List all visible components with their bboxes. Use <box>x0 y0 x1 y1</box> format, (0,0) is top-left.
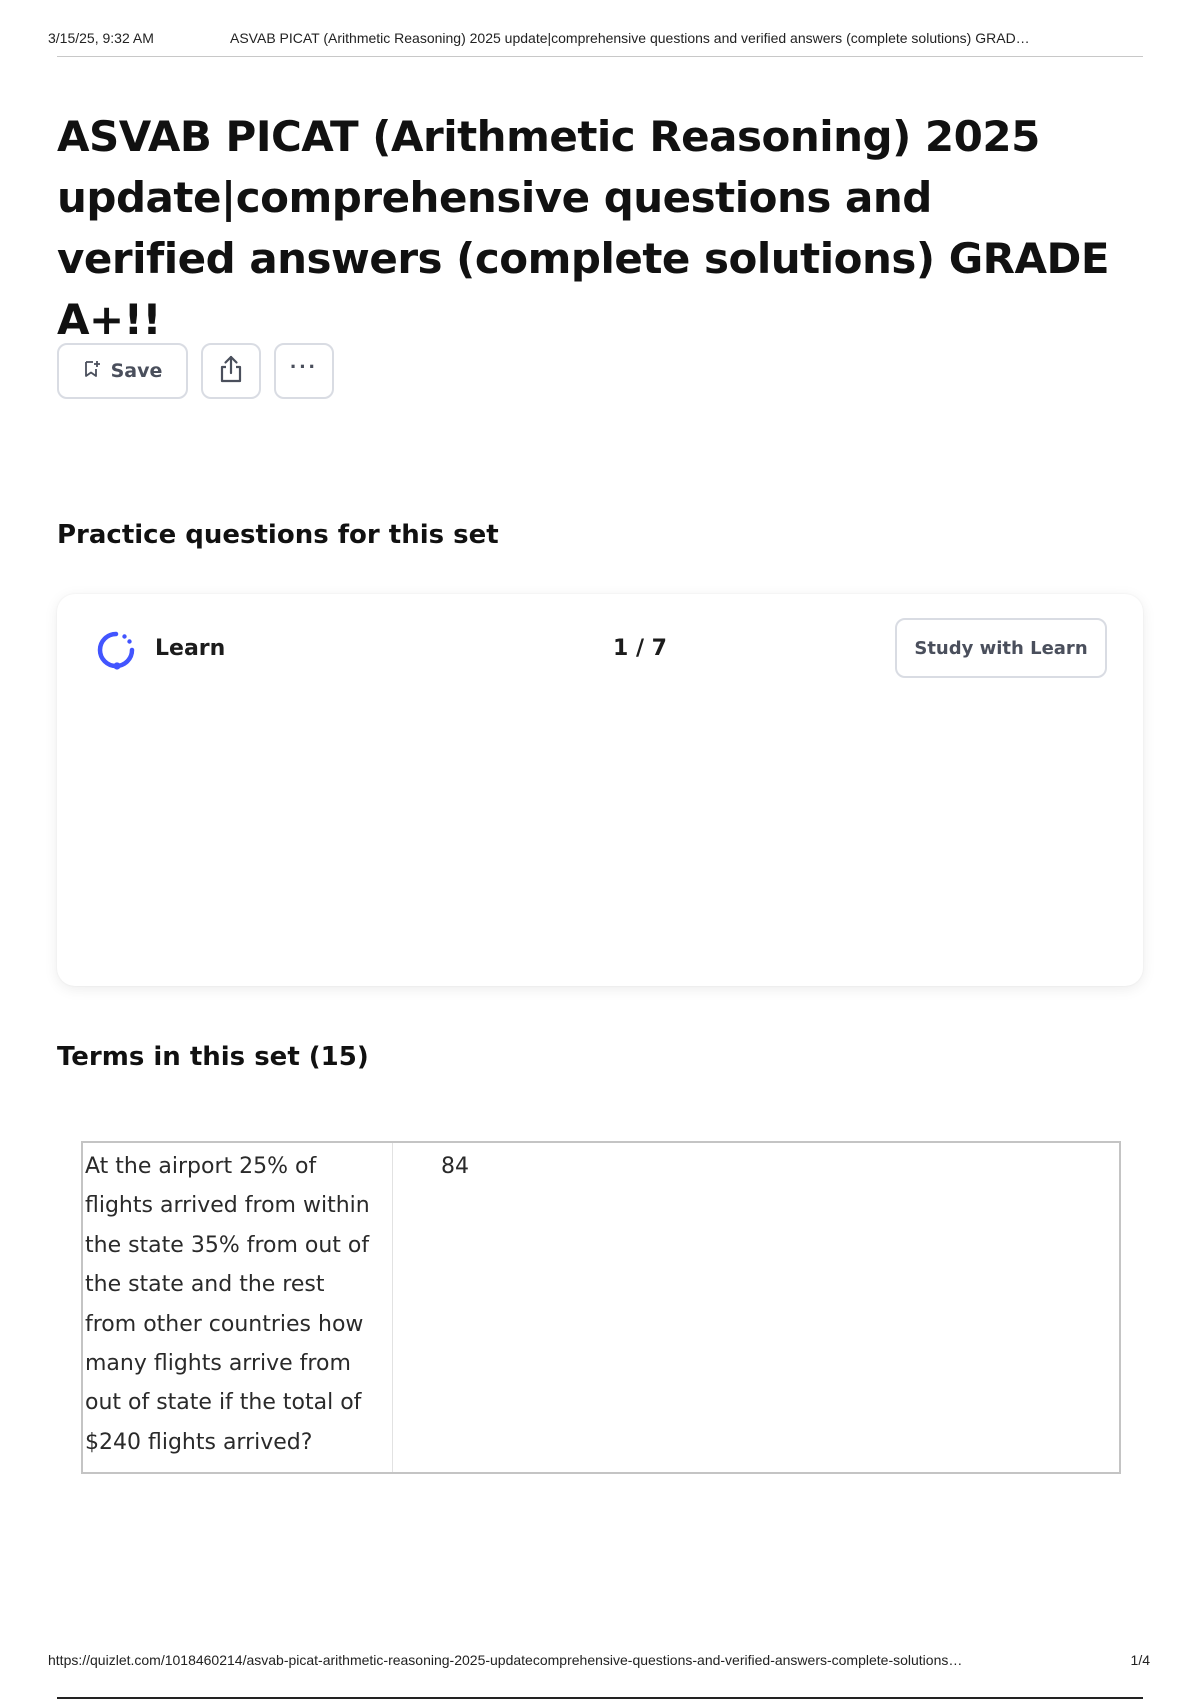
print-footer: https://quizlet.com/1018460214/asvab-pic… <box>48 1652 1152 1672</box>
print-document-title: ASVAB PICAT (Arithmetic Reasoning) 2025 … <box>230 30 1030 46</box>
more-button[interactable]: ··· <box>274 343 334 399</box>
bookmark-add-icon <box>83 360 101 383</box>
progress-count: 1 / 7 <box>613 636 667 661</box>
term-line: out of state if the total of <box>85 1390 362 1416</box>
learn-row: Learn 1 / 7 Study with Learn <box>95 618 1107 680</box>
term-line: At the airport 25% of <box>85 1154 317 1179</box>
footer-divider <box>57 1697 1143 1699</box>
print-url: https://quizlet.com/1018460214/asvab-pic… <box>48 1652 963 1668</box>
save-label: Save <box>110 360 163 382</box>
definition-cell: 84 <box>441 1154 469 1179</box>
practice-heading: Practice questions for this set <box>57 520 499 550</box>
save-button[interactable]: Save <box>57 343 188 399</box>
study-with-learn-button[interactable]: Study with Learn <box>895 618 1107 678</box>
terms-heading: Terms in this set (15) <box>57 1042 369 1072</box>
header-divider <box>57 56 1143 57</box>
more-horizontal-icon: ··· <box>290 354 318 379</box>
term-line: many flights arrive from <box>85 1351 351 1377</box>
learn-progress-icon <box>95 629 137 671</box>
learn-card: Learn 1 / 7 Study with Learn <box>57 594 1143 986</box>
term-line: $240 flights arrived? <box>85 1429 313 1455</box>
term-line: the state 35% from out of <box>85 1232 370 1258</box>
print-date: 3/15/25, 9:32 AM <box>48 30 154 46</box>
term-line: the state and the rest <box>85 1272 325 1298</box>
share-button[interactable] <box>201 343 261 399</box>
learn-label: Learn <box>155 636 226 661</box>
term-line: from other countries how <box>85 1311 364 1337</box>
term-cell: At the airport 25% of flights arrived fr… <box>83 1143 393 1472</box>
term-line: flights arrived from within <box>85 1193 370 1219</box>
page-number: 1/4 <box>1130 1652 1150 1668</box>
action-toolbar: Save ··· <box>57 343 334 403</box>
page-title: ASVAB PICAT (Arithmetic Reasoning) 2025 … <box>57 112 1110 344</box>
share-icon <box>217 354 245 389</box>
terms-table: At the airport 25% of flights arrived fr… <box>81 1141 1121 1474</box>
